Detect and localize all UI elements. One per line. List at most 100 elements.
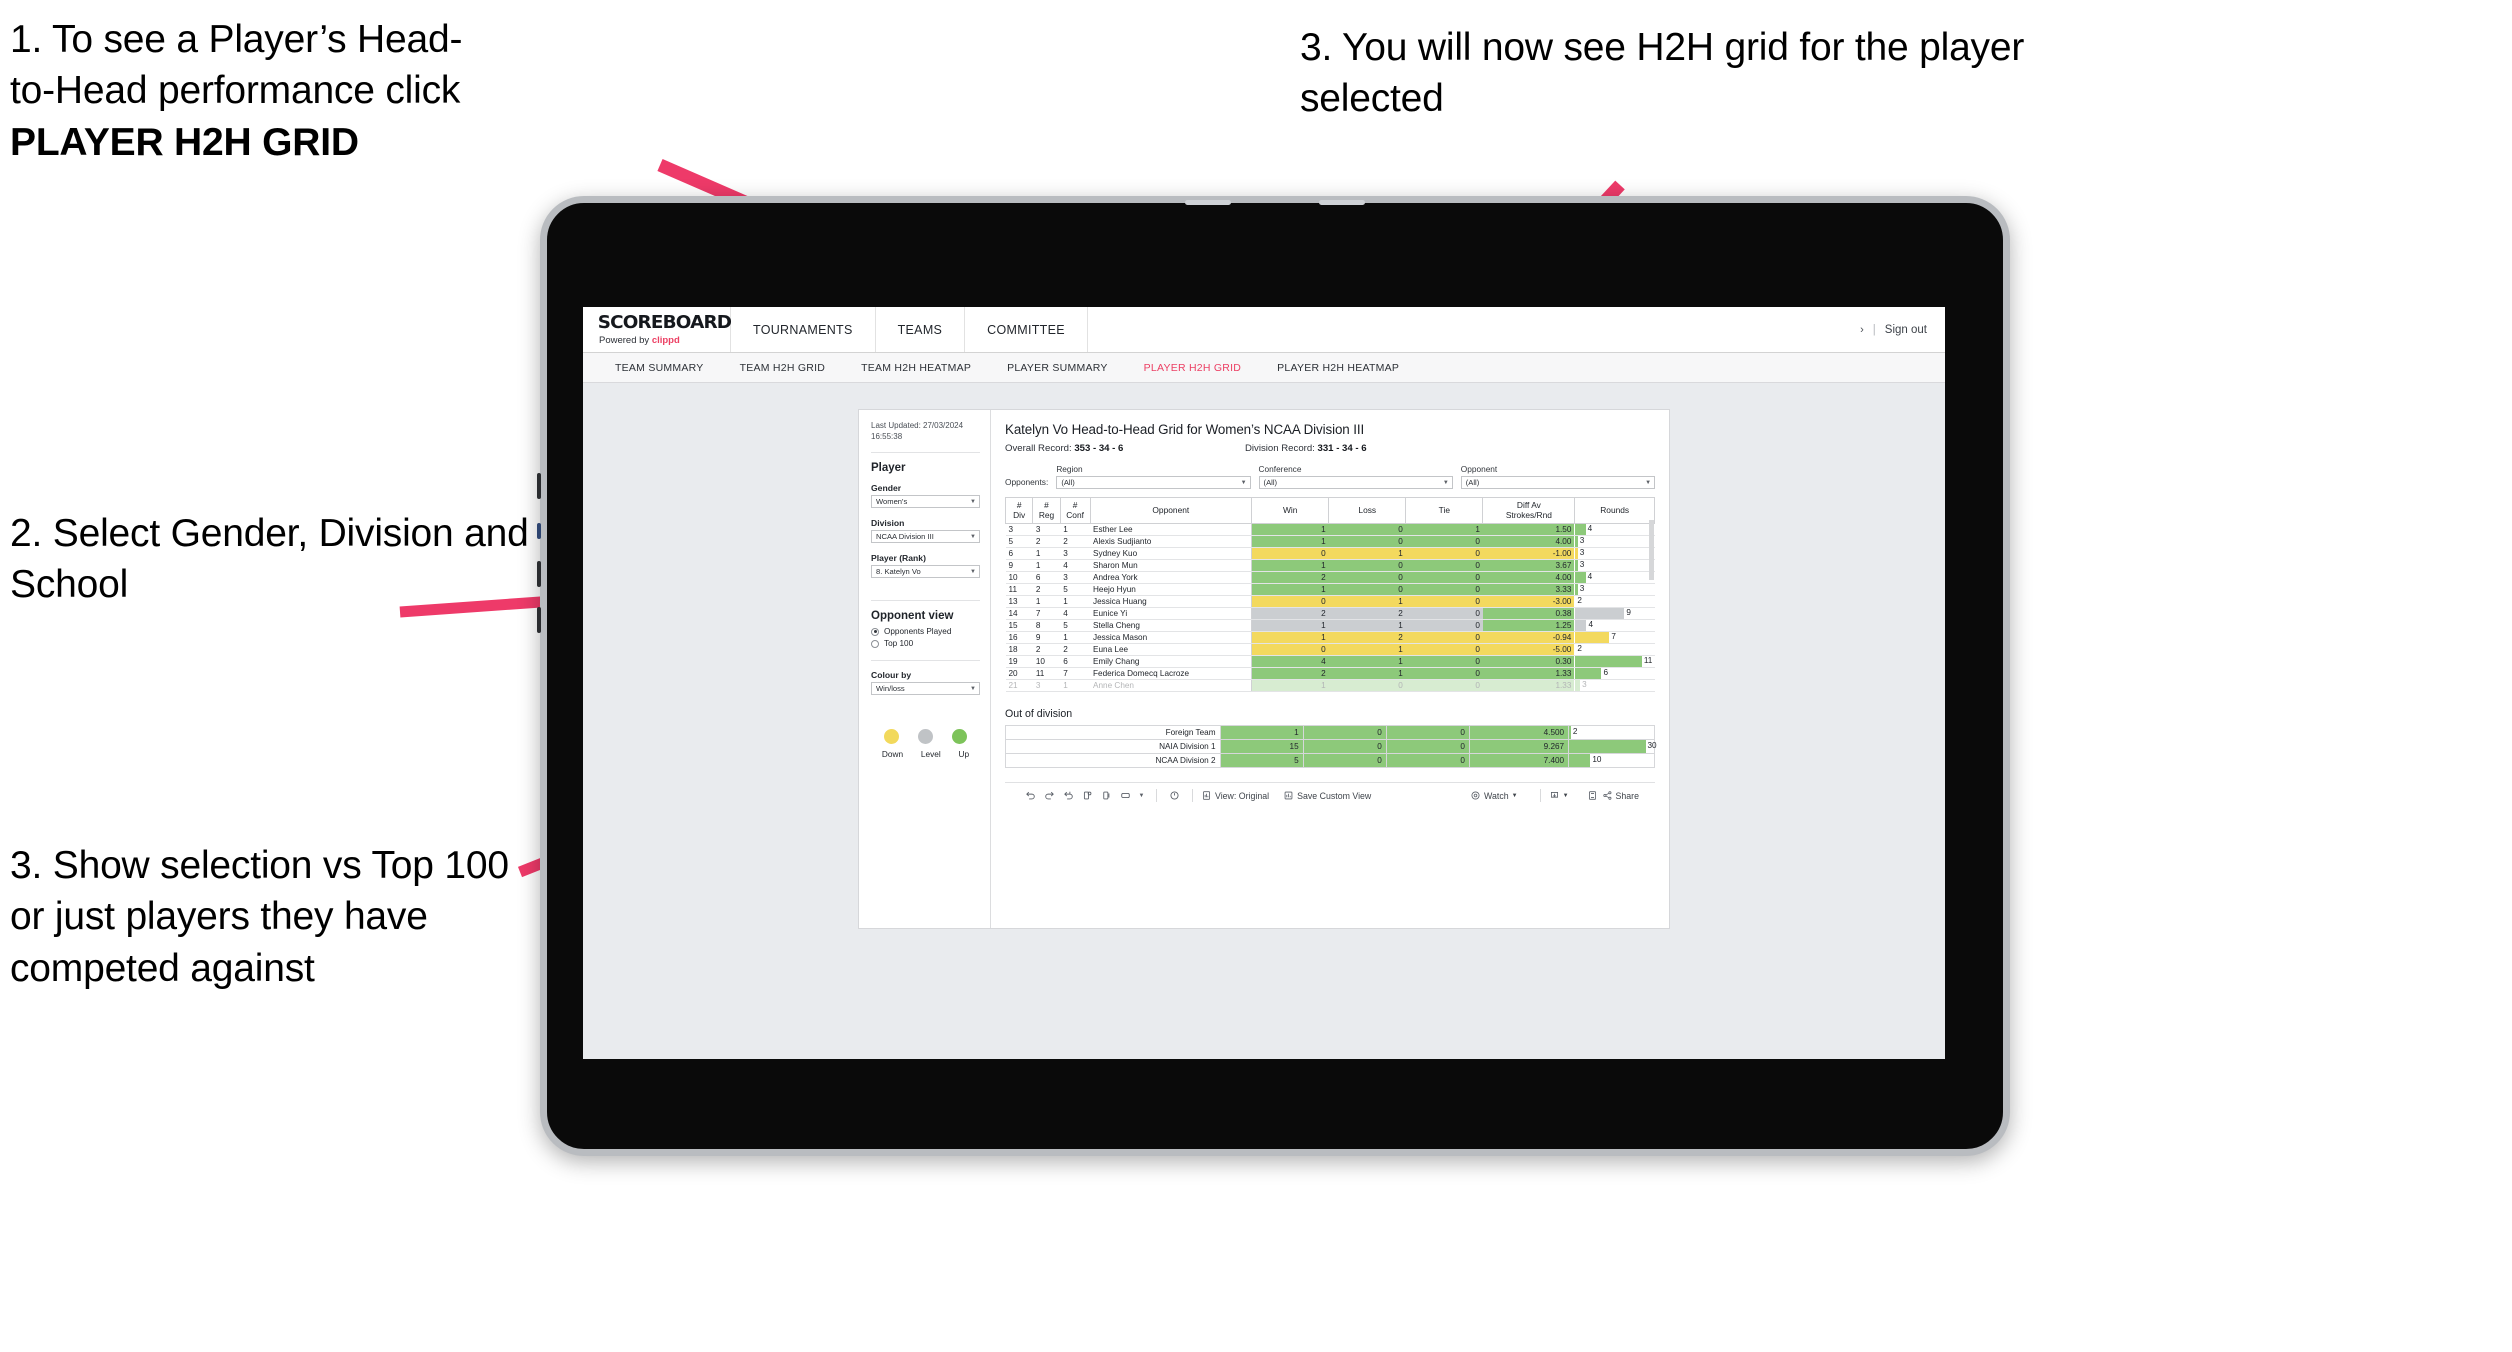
cell-win: 1 bbox=[1251, 559, 1329, 573]
annotation-step-1-line-1: 1. To see a Player’s Head- bbox=[10, 18, 463, 61]
filter-opponent-select[interactable]: (All) ▼ bbox=[1460, 476, 1656, 489]
table-row[interactable]: 13 1 1 Jessica Huang 0 1 0 -3.00 2 bbox=[1005, 595, 1655, 609]
table-row[interactable]: 3 3 1 Esther Lee 1 0 1 1.50 4 bbox=[1005, 523, 1655, 537]
th-rounds[interactable]: Rounds bbox=[1574, 496, 1655, 525]
out-of-division-row[interactable]: NCAA Division 2 5 0 0 7.400 10 bbox=[1005, 753, 1655, 769]
alerts-icon[interactable] bbox=[1165, 790, 1184, 801]
cell-win: 2 bbox=[1251, 607, 1329, 621]
th-win[interactable]: Win bbox=[1251, 496, 1330, 525]
cell-rounds: 3 bbox=[1574, 559, 1655, 573]
cell-tie: 0 bbox=[1405, 667, 1483, 681]
ood-cell-rounds: 30 bbox=[1568, 739, 1657, 755]
header-nav-committee[interactable]: COMMITTEE bbox=[965, 307, 1088, 352]
table-row[interactable]: 15 8 5 Stella Cheng 1 1 0 1.25 4 bbox=[1005, 619, 1655, 633]
cell-tie: 0 bbox=[1405, 583, 1483, 597]
th-reg[interactable]: # Reg bbox=[1032, 496, 1061, 525]
th-div[interactable]: # Div bbox=[1004, 496, 1034, 525]
opponent-view-radio-group: Opponents Played Top 100 bbox=[871, 627, 980, 648]
cell-rounds: 3 bbox=[1574, 547, 1655, 561]
filter-colour-by-label: Colour by bbox=[871, 670, 912, 681]
dashboard-container: Last Updated: 27/03/2024 16:55:38 Player… bbox=[858, 409, 1670, 929]
table-row[interactable]: 5 2 2 Alexis Sudjianto 1 0 0 4.00 3 bbox=[1005, 535, 1655, 549]
tab-team-h2h-heatmap[interactable]: TEAM H2H HEATMAP bbox=[843, 362, 989, 374]
cell-win: 2 bbox=[1251, 571, 1329, 585]
redo-icon[interactable] bbox=[1040, 790, 1059, 801]
cell-rounds: 4 bbox=[1574, 523, 1655, 537]
out-of-division-row[interactable]: Foreign Team 1 0 0 4.500 2 bbox=[1005, 725, 1655, 741]
table-row[interactable]: 16 9 1 Jessica Mason 1 2 0 -0.94 7 bbox=[1005, 631, 1655, 645]
sign-out-link[interactable]: Sign out bbox=[1885, 324, 1927, 336]
table-row[interactable]: 9 1 4 Sharon Mun 1 0 0 3.67 3 bbox=[1005, 559, 1655, 573]
th-div-line1: # bbox=[1016, 500, 1022, 510]
th-conf-line1: # bbox=[1072, 500, 1078, 510]
cell-win: 4 bbox=[1251, 655, 1329, 669]
table-row[interactable]: 6 1 3 Sydney Kuo 0 1 0 -1.00 3 bbox=[1005, 547, 1655, 561]
sidebar-divider-3 bbox=[871, 660, 980, 662]
tab-player-h2h-grid[interactable]: PLAYER H2H GRID bbox=[1126, 362, 1260, 374]
table-row[interactable]: 10 6 3 Andrea York 2 0 0 4.00 4 bbox=[1005, 571, 1655, 585]
view-original-button[interactable]: View: Original bbox=[1201, 790, 1269, 801]
save-custom-view-label: Save Custom View bbox=[1297, 790, 1372, 801]
cell-rounds: 4 bbox=[1574, 619, 1655, 633]
dropdown-caret-icon[interactable]: ▼ bbox=[1135, 793, 1148, 799]
ood-cell-tie: 0 bbox=[1385, 725, 1470, 741]
colour-legend: Down Level Up bbox=[871, 729, 980, 759]
filter-conference-select[interactable]: (All) ▼ bbox=[1258, 476, 1453, 489]
filter-division-select[interactable]: NCAA Division III ▼ bbox=[871, 530, 980, 544]
watch-button[interactable]: Watch ▼ bbox=[1470, 790, 1518, 801]
cell-tie: 0 bbox=[1405, 535, 1483, 549]
sidebar-divider-1 bbox=[871, 452, 980, 454]
cell-reg: 7 bbox=[1032, 607, 1061, 621]
radio-top-100[interactable]: Top 100 bbox=[871, 639, 980, 648]
share-button[interactable]: Share bbox=[1602, 790, 1639, 801]
fullscreen-icon[interactable] bbox=[1583, 790, 1602, 801]
th-loss[interactable]: Loss bbox=[1328, 496, 1407, 525]
th-diff-av-strokes[interactable]: Diff Av Strokes/Rnd bbox=[1482, 496, 1576, 525]
refresh-data-icon[interactable] bbox=[1078, 790, 1097, 801]
pause-updates-icon[interactable] bbox=[1097, 790, 1116, 801]
table-scrollbar[interactable] bbox=[1649, 520, 1654, 580]
tab-player-h2h-heatmap[interactable]: PLAYER H2H HEATMAP bbox=[1259, 362, 1417, 374]
filter-gender-select[interactable]: Women's ▼ bbox=[871, 495, 980, 509]
annotation-step-1-line-2: to-Head performance click bbox=[10, 69, 461, 113]
opponent-filters-row: Opponents: Region (All) ▼ Conference (Al bbox=[1005, 464, 1656, 489]
th-tie[interactable]: Tie bbox=[1405, 496, 1484, 525]
filter-division-value: NCAA Division III bbox=[876, 532, 934, 542]
table-row[interactable]: 19 10 6 Emily Chang 4 1 0 0.30 11 bbox=[1005, 655, 1655, 669]
cell-opponent: Federica Domecq Lacroze bbox=[1090, 667, 1253, 681]
tablet-camera-bar bbox=[1185, 200, 1365, 206]
tab-player-summary[interactable]: PLAYER SUMMARY bbox=[989, 362, 1126, 374]
tab-team-h2h-grid[interactable]: TEAM H2H GRID bbox=[722, 362, 844, 374]
filter-region-select[interactable]: (All) ▼ bbox=[1056, 476, 1251, 489]
tab-team-summary[interactable]: TEAM SUMMARY bbox=[597, 362, 722, 374]
filter-opponent-label: Opponent bbox=[1460, 464, 1498, 474]
filter-sidebar: Last Updated: 27/03/2024 16:55:38 Player… bbox=[859, 410, 991, 928]
radio-opponents-played[interactable]: Opponents Played bbox=[871, 627, 980, 636]
ood-cell-win: 15 bbox=[1219, 739, 1304, 755]
cell-conf: 5 bbox=[1060, 619, 1091, 633]
table-row[interactable]: 20 11 7 Federica Domecq Lacroze 2 1 0 1.33 6 bbox=[1005, 667, 1655, 681]
cell-div: 11 bbox=[1005, 583, 1033, 597]
th-conf[interactable]: # Conf bbox=[1059, 496, 1091, 525]
header-nav-teams[interactable]: TEAMS bbox=[876, 307, 966, 352]
device-layout-icon[interactable] bbox=[1116, 790, 1135, 801]
brand-logo[interactable]: SCOREBOARD Powered by clippd bbox=[583, 307, 732, 352]
cell-diff: 0.38 bbox=[1482, 607, 1575, 621]
revert-icon[interactable] bbox=[1059, 790, 1078, 801]
chevron-right-icon[interactable]: › bbox=[1860, 324, 1864, 336]
save-custom-view-button[interactable]: Save Custom View bbox=[1283, 790, 1371, 801]
annotation-step-2: 2. Select Gender, Division and School bbox=[10, 512, 529, 607]
table-row[interactable]: 18 2 2 Euna Lee 0 1 0 -5.00 2 bbox=[1005, 643, 1655, 657]
header-nav-tournaments[interactable]: TOURNAMENTS bbox=[731, 307, 876, 352]
filter-player-rank-select[interactable]: 8. Katelyn Vo ▼ bbox=[871, 565, 980, 579]
filter-colour-by-select[interactable]: Win/loss ▼ bbox=[871, 682, 980, 696]
out-of-division-row[interactable]: NAIA Division 1 15 0 0 9.267 30 bbox=[1005, 739, 1657, 755]
th-opponent[interactable]: Opponent bbox=[1089, 496, 1253, 525]
th-diff-line1: Diff Av bbox=[1516, 500, 1541, 510]
undo-icon[interactable] bbox=[1021, 790, 1040, 801]
table-row[interactable]: 11 2 5 Heejo Hyun 1 0 0 3.33 3 bbox=[1005, 583, 1655, 597]
cell-reg: 11 bbox=[1032, 667, 1061, 681]
download-button[interactable]: ▼ bbox=[1549, 790, 1569, 801]
table-row[interactable]: 14 7 4 Eunice Yi 2 2 0 0.38 9 bbox=[1005, 607, 1655, 621]
last-updated: Last Updated: 27/03/2024 16:55:38 bbox=[871, 421, 980, 442]
